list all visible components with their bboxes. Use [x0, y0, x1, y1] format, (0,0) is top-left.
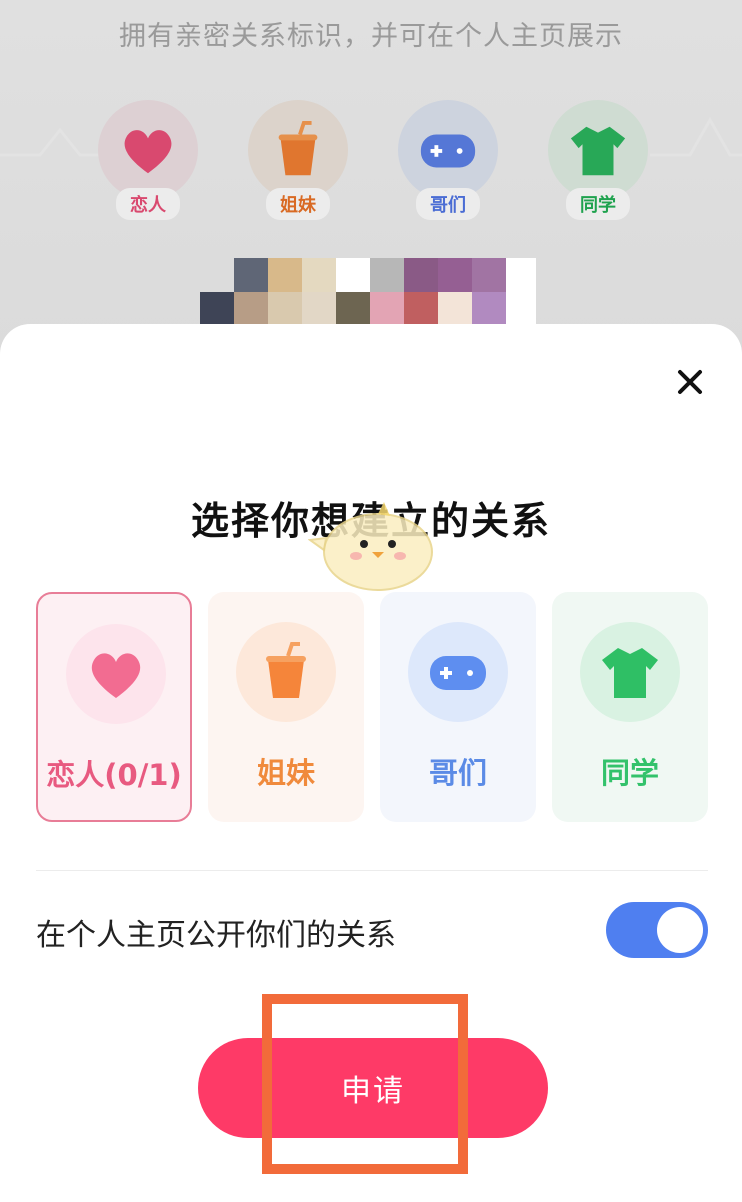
cup-icon — [266, 642, 306, 698]
option-lover-label: 恋人(0/1) — [46, 758, 182, 792]
close-icon — [678, 370, 702, 394]
heart-icon — [124, 130, 172, 174]
option-lover[interactable]: 恋人(0/1) — [36, 592, 192, 822]
close-button[interactable] — [670, 362, 710, 402]
option-classmates-label: 同学 — [600, 756, 659, 790]
heart-icon — [91, 653, 141, 698]
option-bros-label: 哥们 — [428, 756, 487, 790]
divider — [36, 870, 708, 871]
option-classmates-icon-bg — [580, 622, 680, 722]
bg-badge-classmates-label: 同学 — [566, 188, 630, 220]
gamepad-icon — [420, 134, 476, 168]
toggle-knob — [657, 907, 703, 953]
option-lover-icon-bg — [66, 624, 166, 724]
public-toggle-label: 在个人主页公开你们的关系 — [36, 918, 396, 953]
option-sisters-label: 姐妹 — [256, 756, 315, 790]
bg-badge-bros — [398, 100, 498, 200]
apply-button[interactable]: 申请 — [198, 1038, 548, 1138]
chick-mascot-watermark — [308, 502, 433, 591]
option-sisters[interactable]: 姐妹 — [208, 592, 364, 822]
shirt-icon — [570, 126, 626, 176]
option-sisters-icon-bg — [236, 622, 336, 722]
cup-icon — [278, 120, 318, 176]
shirt-icon — [602, 648, 658, 698]
bg-badge-sisters — [248, 100, 348, 200]
page-subtitle: 拥有亲密关系标识，并可在个人主页展示 — [119, 21, 623, 52]
option-bros[interactable]: 哥们 — [380, 592, 536, 822]
bg-badge-sisters-label: 姐妹 — [266, 188, 330, 220]
bg-badge-lover-label: 恋人 — [116, 188, 180, 220]
option-bros-icon-bg — [408, 622, 508, 722]
option-classmates[interactable]: 同学 — [552, 592, 708, 822]
bg-badge-bros-label: 哥们 — [416, 188, 480, 220]
public-toggle-switch[interactable] — [606, 902, 708, 958]
bg-badge-lover — [98, 100, 198, 200]
bg-badge-classmates — [548, 100, 648, 200]
background-badges: 恋人 姐妹 哥们 同学 — [0, 100, 742, 230]
gamepad-icon — [430, 656, 486, 690]
relationship-options: 恋人(0/1) 姐妹 哥们 同学 — [0, 592, 742, 824]
